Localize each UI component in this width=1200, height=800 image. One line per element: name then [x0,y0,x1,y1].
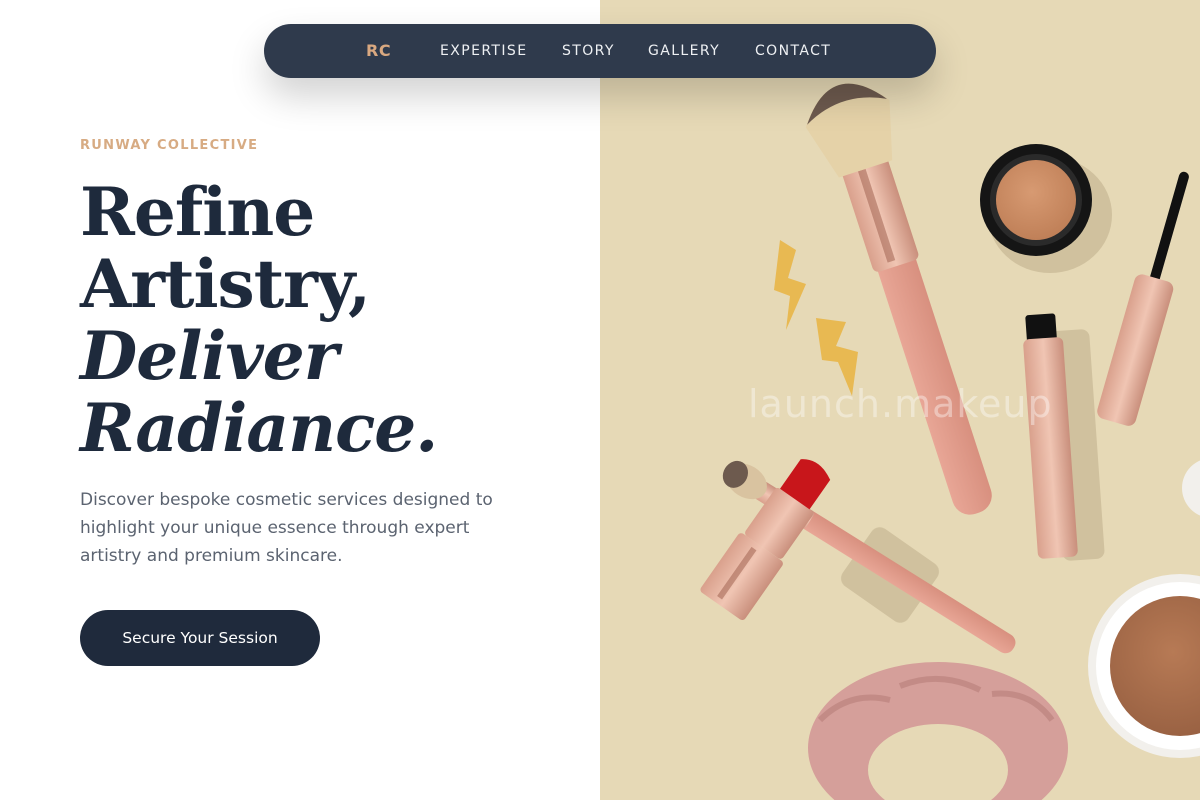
nav-link-contact[interactable]: CONTACT [755,24,831,78]
hero-description: Discover bespoke cosmetic services desig… [80,490,493,566]
velvet-scrunchie [808,662,1068,800]
makeup-flatlay-image: launch.makeup [600,0,1200,800]
logo-link[interactable]: RC [366,24,391,78]
headline-line-1: Refine [80,173,315,251]
bronzer-compact [1088,574,1200,758]
powder-brush [805,83,992,515]
nav-link-story[interactable]: STORY [562,24,615,78]
nav-link-gallery[interactable]: GALLERY [648,24,720,78]
secure-session-button[interactable]: Secure Your Session [80,610,320,666]
top-navigation: RC EXPERTISE STORY GALLERY CONTACT [264,24,936,78]
headline-line-3: Deliver [80,317,338,395]
bolt-earrings [774,240,858,396]
watermark-text: launch.makeup [748,382,1053,426]
headline-line-4: Radiance. [80,389,438,467]
headline-line-2: Artistry, [80,245,371,323]
cream-pot [980,144,1092,256]
nav-link-expertise[interactable]: EXPERTISE [440,24,527,78]
brand-kicker: RUNWAY COLLECTIVE [80,138,259,153]
hero-headline: Refine Artistry, Deliver Radiance. [80,176,580,464]
